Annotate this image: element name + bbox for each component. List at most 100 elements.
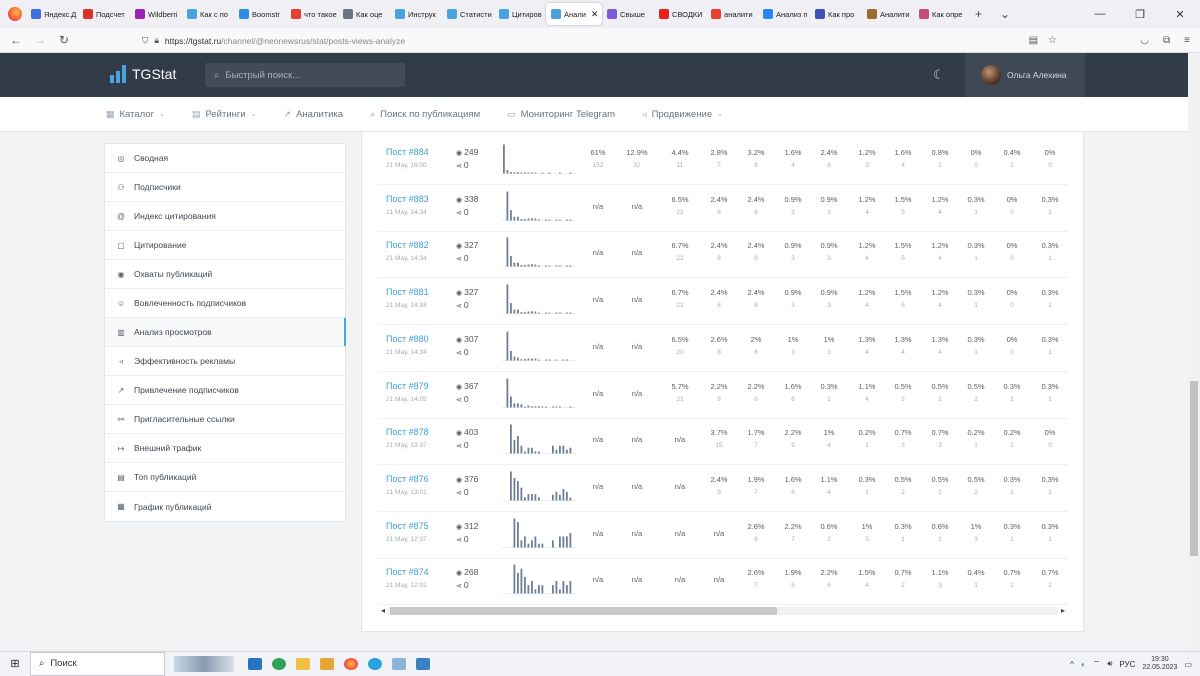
browser-tab[interactable]: Анали ✕ xyxy=(546,3,602,25)
shield-icon[interactable]: ⛉ xyxy=(142,35,148,46)
tab-list-chevron-icon[interactable]: ⌄ xyxy=(991,7,1019,21)
post-link[interactable]: Пост #884 xyxy=(386,147,429,157)
clock[interactable]: 19:30 22.05.2023 xyxy=(1142,656,1177,672)
files-app-icon[interactable] xyxy=(387,652,411,676)
sidebar-item[interactable]: ⚇ Подписчики xyxy=(105,173,345,202)
sidebar-item[interactable]: ⚯ Пригласительные ссылки xyxy=(105,405,345,434)
minimize-icon[interactable]: — xyxy=(1080,8,1120,20)
browser-tab[interactable]: Статисти xyxy=(442,3,494,25)
browser-tab[interactable]: Инструк xyxy=(390,3,442,25)
sidebar-item[interactable]: ↦ Внешний трафик xyxy=(105,434,345,463)
browser-tab[interactable]: Как про xyxy=(810,3,862,25)
forward-icon[interactable]: → xyxy=(28,33,52,47)
browser-tab[interactable]: Wildberri xyxy=(130,3,182,25)
sidebar-item[interactable]: ◎ Сводная xyxy=(105,144,345,173)
browser-tab[interactable]: Цитиров xyxy=(494,3,546,25)
sidebar-item[interactable]: ◉ Охваты публикаций xyxy=(105,260,345,289)
menu-icon[interactable]: ≡ xyxy=(1184,35,1190,46)
reader-view-icon[interactable]: ▤ xyxy=(1029,35,1038,46)
url-text[interactable]: https://tgstat.ru/channel/@neonewsrus/st… xyxy=(165,36,405,46)
post-link[interactable]: Пост #879 xyxy=(386,381,429,391)
post-link[interactable]: Пост #880 xyxy=(386,334,429,344)
menu-item[interactable]: ↗ Аналитика xyxy=(284,109,344,120)
windows-start-icon[interactable]: ⊞ xyxy=(0,657,30,670)
menu-item[interactable]: ⌕ Поиск по публикациям xyxy=(370,109,480,120)
volume-icon[interactable]: 🔊︎ xyxy=(1107,659,1112,669)
stat-cell: 0.7% 2 xyxy=(1030,568,1070,590)
post-link[interactable]: Пост #881 xyxy=(386,287,429,297)
sidebar-item[interactable]: ▥ Анализ просмотров xyxy=(105,318,346,347)
scroll-track[interactable] xyxy=(388,606,1058,615)
browser-tab[interactable]: Как оце xyxy=(338,3,390,25)
network-icon[interactable]: ⌔ xyxy=(1093,659,1101,669)
tray-app-icon[interactable]: ◐ xyxy=(1081,660,1086,669)
user-menu[interactable]: Ольга Алехина xyxy=(965,53,1085,97)
sparkline-bar xyxy=(513,518,516,548)
browser-tab[interactable]: Свыше xyxy=(602,3,654,25)
browser-tab[interactable]: Яндекс.Д xyxy=(26,3,78,25)
lock-icon[interactable]: 🔒︎ xyxy=(154,35,159,46)
menu-item[interactable]: ▤ Рейтинги ⌄ xyxy=(192,109,257,120)
browser-tab[interactable]: аналити xyxy=(706,3,758,25)
page-vertical-scrollbar[interactable] xyxy=(1188,53,1200,651)
sidebar-item[interactable]: ▦ График публикаций xyxy=(105,492,345,521)
stat-count: 15 xyxy=(715,442,723,450)
file-explorer-icon[interactable] xyxy=(291,652,315,676)
back-icon[interactable]: ← xyxy=(4,33,28,47)
post-link[interactable]: Пост #874 xyxy=(386,567,429,577)
close-tab-icon[interactable]: ✕ xyxy=(591,9,599,20)
browser-tab[interactable]: Как опре xyxy=(914,3,966,25)
menu-item[interactable]: ◃ Продвижение ⌄ xyxy=(642,109,723,120)
page-scroll-thumb[interactable] xyxy=(1190,381,1198,556)
close-window-icon[interactable]: ✕ xyxy=(1160,8,1200,21)
stat-count: 9 xyxy=(791,442,795,450)
sidebar-item[interactable]: @ Индекс цитирования xyxy=(105,202,345,231)
quick-search-input[interactable]: ⌕ Быстрый поиск... xyxy=(205,63,405,87)
sidebar-item[interactable]: ▤ Топ публикаций xyxy=(105,463,345,492)
post-link[interactable]: Пост #875 xyxy=(386,521,429,531)
post-link[interactable]: Пост #876 xyxy=(386,474,429,484)
stat-percent: 0.9% xyxy=(784,288,802,298)
dark-mode-icon[interactable]: ☾ xyxy=(933,67,945,83)
brand-logo[interactable]: TGStat xyxy=(110,65,176,83)
taskbar-search[interactable]: ⌕ Поиск xyxy=(30,651,165,676)
horizontal-scrollbar[interactable]: ◂ ▸ xyxy=(378,604,1068,617)
pocket-icon[interactable]: ◡ xyxy=(1140,35,1149,46)
media-app-icon[interactable] xyxy=(315,652,339,676)
browser-tab[interactable]: что такое xyxy=(286,3,338,25)
restore-icon[interactable]: ❐ xyxy=(1120,8,1160,21)
address-bar[interactable]: ⛉ 🔒︎ https://tgstat.ru/channel/@neonewsr… xyxy=(142,31,1057,50)
firefox-icon[interactable] xyxy=(8,7,22,21)
mail-app-icon[interactable] xyxy=(243,652,267,676)
reload-icon[interactable]: ↻ xyxy=(52,33,76,47)
browser-tab[interactable]: Аналити xyxy=(862,3,914,25)
bookmark-star-icon[interactable]: ☆ xyxy=(1048,35,1057,46)
sidebar-item[interactable]: ↗ Привлечение подписчиков xyxy=(105,376,345,405)
new-tab-icon[interactable]: + xyxy=(966,7,991,21)
green-app-icon[interactable] xyxy=(267,652,291,676)
post-link[interactable]: Пост #883 xyxy=(386,194,429,204)
scroll-right-icon[interactable]: ▸ xyxy=(1058,606,1068,615)
post-link[interactable]: Пост #878 xyxy=(386,427,429,437)
notifications-icon[interactable]: ▭ xyxy=(1184,660,1192,669)
browser-tab[interactable]: Boomstr xyxy=(234,3,286,25)
browser-tab[interactable]: Анализ п xyxy=(758,3,810,25)
browser-tab[interactable]: СВОДКИ xyxy=(654,3,706,25)
menu-item[interactable]: ▭ Мониторинг Telegram xyxy=(507,109,615,120)
browser-tab[interactable]: Как с по xyxy=(182,3,234,25)
post-link[interactable]: Пост #882 xyxy=(386,240,429,250)
menu-item[interactable]: ▦ Каталог ⌄ xyxy=(106,109,165,120)
telegram-icon[interactable] xyxy=(363,652,387,676)
extensions-icon[interactable]: ⧉ xyxy=(1163,35,1170,46)
sidebar-item[interactable]: ☺ Вовлеченность подписчиков xyxy=(105,289,345,318)
sidebar-item[interactable]: ▢ Цитирование xyxy=(105,231,345,260)
firefox-taskbar-icon[interactable] xyxy=(339,652,363,676)
sidebar-item[interactable]: ◃ Эффективность рекламы xyxy=(105,347,345,376)
tray-chevron-icon[interactable]: ^ xyxy=(1070,660,1074,669)
photos-app-icon[interactable] xyxy=(411,652,435,676)
stat-cell: 1.1% 3 xyxy=(920,568,960,590)
browser-tab[interactable]: Подсчет xyxy=(78,3,130,25)
input-language[interactable]: РУС xyxy=(1119,660,1135,669)
scroll-thumb[interactable] xyxy=(390,606,777,615)
scroll-left-icon[interactable]: ◂ xyxy=(378,606,388,615)
